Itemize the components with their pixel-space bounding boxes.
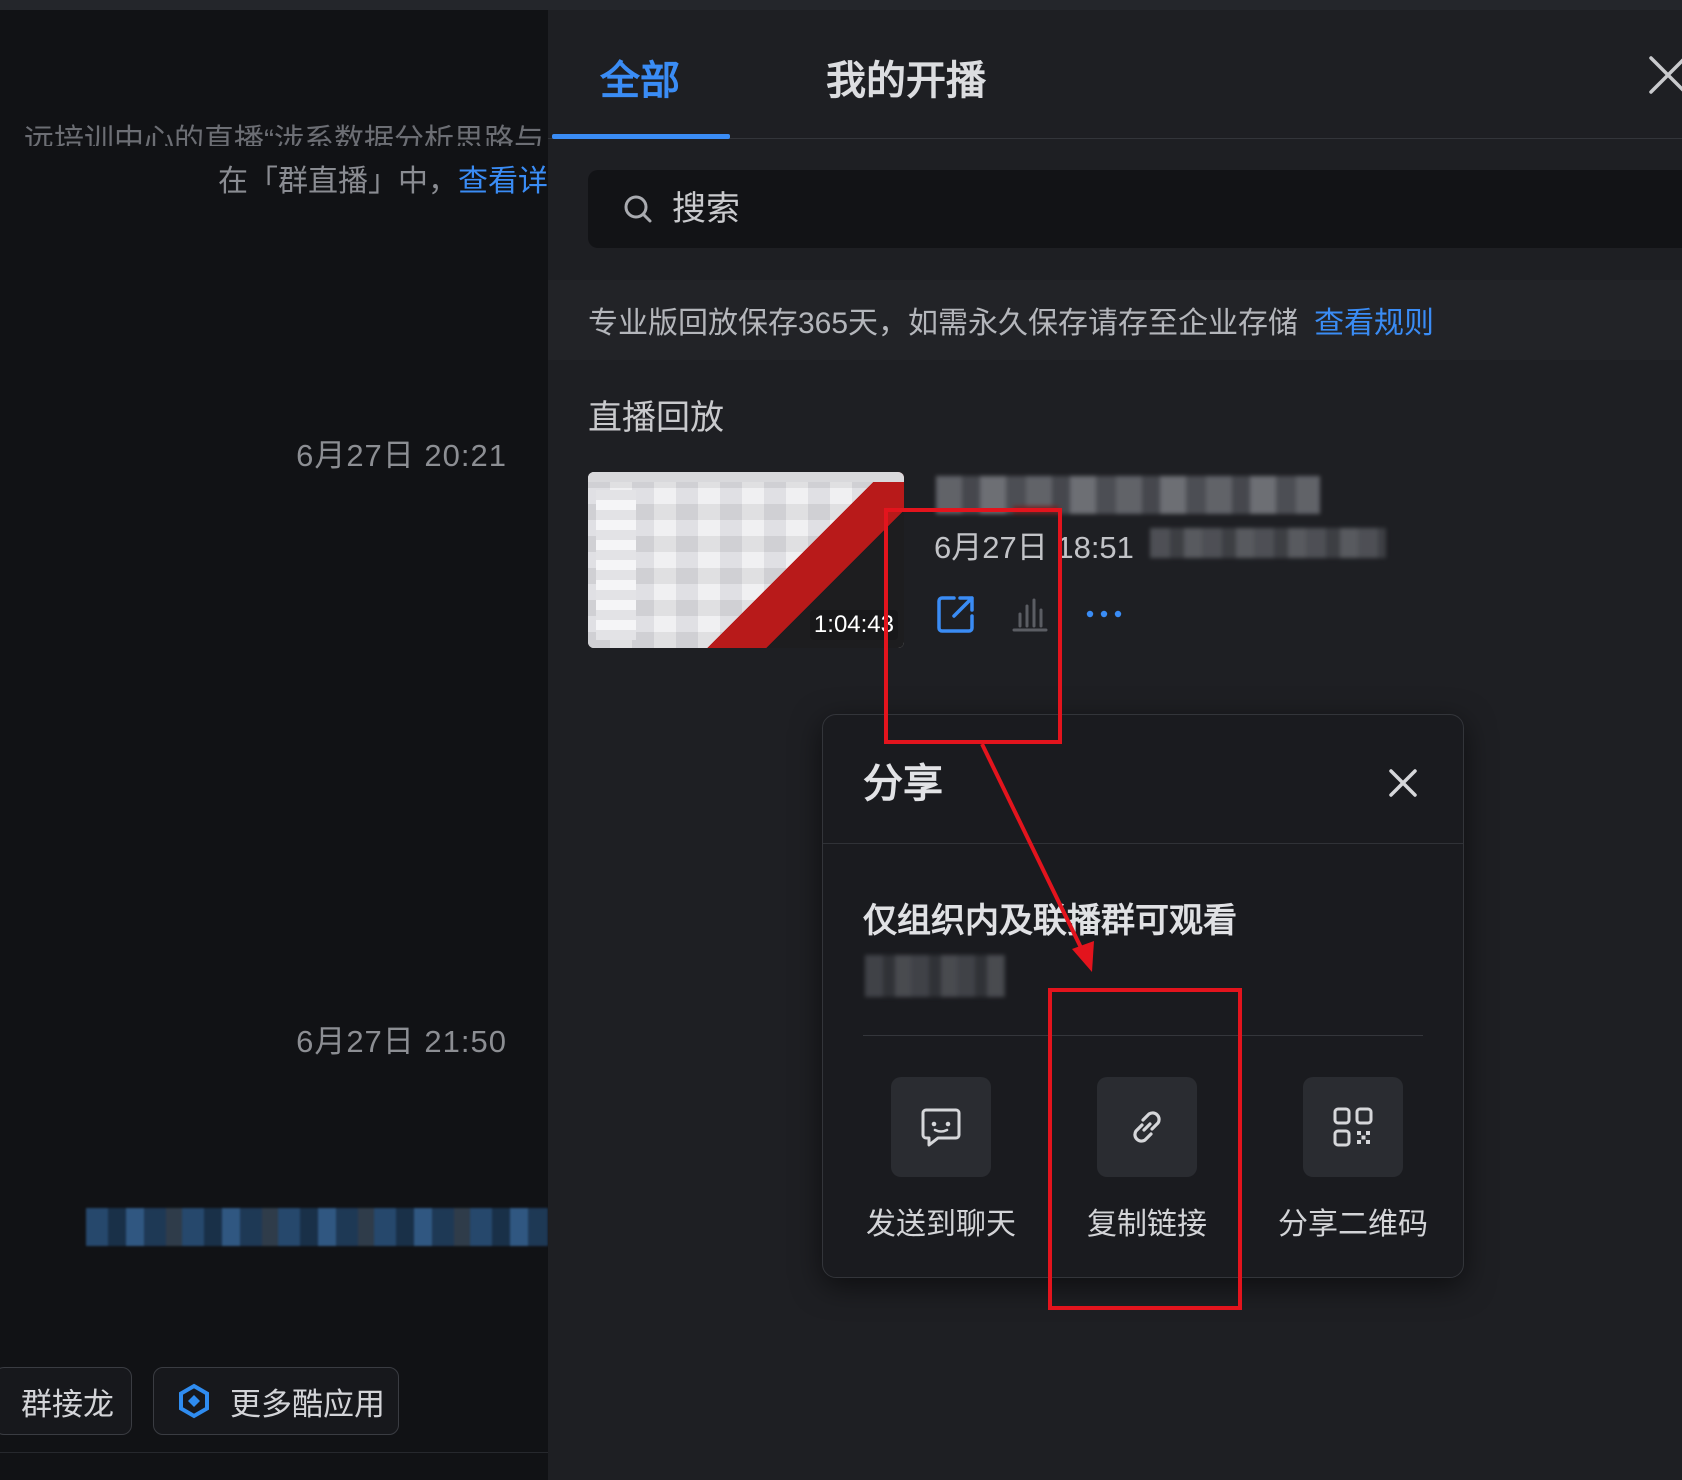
chat-icon <box>921 1108 961 1147</box>
cool-app-icon <box>179 1383 209 1419</box>
divider <box>823 843 1463 844</box>
retention-info-bar: 专业版回放保存365天，如需永久保存请存至企业存储 查看规则 <box>548 280 1682 360</box>
live-notice-text: 在「群直播」中， <box>218 165 458 198</box>
thumbnail-sidebar <box>596 490 636 640</box>
share-popup-title: 分享 <box>863 762 943 806</box>
qrcode-icon <box>1333 1107 1373 1147</box>
search-input[interactable] <box>670 188 1074 230</box>
more-cool-apps-button[interactable]: 更多酷应用 <box>153 1367 399 1435</box>
retention-info-text: 专业版回放保存365天，如需永久保存请存至企业存储 <box>588 307 1299 340</box>
close-icon[interactable] <box>1643 50 1682 100</box>
group-solitaire-label: 群接龙 <box>21 1386 114 1422</box>
chat-area: 远培训中心的直播“涉系数据分析思路与 在「群直播」中，查看详 6月27日 20:… <box>0 10 548 1480</box>
divider <box>0 1452 548 1453</box>
share-qrcode-label: 分享二维码 <box>1278 1208 1428 1241</box>
recording-author-blurred <box>1150 528 1386 558</box>
search-icon <box>624 195 652 223</box>
active-tab-indicator <box>552 134 730 139</box>
share-scope-detail-blurred <box>865 955 1005 997</box>
highlight-box-copy-link <box>1048 988 1242 1310</box>
search-box[interactable] <box>588 170 1682 248</box>
more-button[interactable] <box>1080 590 1128 638</box>
share-qrcode-option[interactable]: 分享二维码 <box>1273 1077 1433 1243</box>
more-cool-apps-label: 更多酷应用 <box>230 1386 385 1422</box>
share-scope-text: 仅组织内及联播群可观看 <box>863 902 1237 940</box>
close-icon[interactable] <box>1383 763 1423 803</box>
chat-timestamp: 6月27日 21:50 <box>296 1024 507 1059</box>
send-to-chat-button[interactable] <box>891 1077 991 1177</box>
tab-my-broadcasts[interactable]: 我的开播 <box>826 48 986 106</box>
thumbnail-toolbar <box>588 472 904 482</box>
view-details-link[interactable]: 查看详 <box>458 165 548 198</box>
section-title: 直播回放 <box>588 399 724 437</box>
group-solitaire-button[interactable]: 群接龙 <box>0 1367 132 1435</box>
highlight-box-share <box>884 508 1062 744</box>
live-notice: 在「群直播」中，查看详 <box>218 156 548 200</box>
send-to-chat-label: 发送到聊天 <box>866 1208 1016 1241</box>
recording-thumbnail[interactable]: 1:04:43 <box>588 472 904 648</box>
share-qrcode-button[interactable] <box>1303 1077 1403 1177</box>
view-rules-link[interactable]: 查看规则 <box>1314 298 1434 342</box>
tab-all[interactable]: 全部 <box>600 48 680 106</box>
send-to-chat-option[interactable]: 发送到聊天 <box>861 1077 1021 1243</box>
chat-timestamp: 6月27日 20:21 <box>296 438 507 473</box>
more-icon <box>1086 610 1122 618</box>
blurred-message <box>86 1208 548 1246</box>
tab-bar: 全部 我的开播 <box>548 10 1682 139</box>
chat-message-clipped: 远培训中心的直播“涉系数据分析思路与 <box>24 124 544 146</box>
